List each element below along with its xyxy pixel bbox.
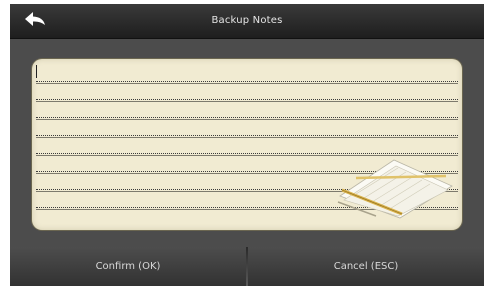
page-title: Backup Notes xyxy=(211,15,283,26)
confirm-button[interactable]: Confirm (OK) xyxy=(10,247,246,286)
title-bar: Backup Notes xyxy=(10,4,484,39)
notebook-pencil-icon xyxy=(336,156,456,226)
text-cursor xyxy=(36,65,37,78)
ruled-line xyxy=(36,81,458,82)
footer-bar: Confirm (OK) Cancel (ESC) xyxy=(10,247,484,286)
device-screen: Backup Notes Confirm (OK) Cancel (ESC) xyxy=(10,4,484,286)
ruled-line xyxy=(36,135,458,136)
back-arrow-icon xyxy=(24,11,46,31)
ruled-line xyxy=(36,83,458,84)
ruled-line xyxy=(36,137,458,138)
ruled-line xyxy=(36,119,458,120)
content-area xyxy=(10,39,484,247)
ruled-line xyxy=(36,101,458,102)
cancel-button[interactable]: Cancel (ESC) xyxy=(248,247,484,286)
ruled-line xyxy=(36,117,458,118)
back-button[interactable] xyxy=(10,4,60,38)
note-input[interactable] xyxy=(40,63,440,81)
ruled-line xyxy=(36,99,458,100)
ruled-line xyxy=(36,153,458,154)
note-pad[interactable] xyxy=(32,59,462,230)
